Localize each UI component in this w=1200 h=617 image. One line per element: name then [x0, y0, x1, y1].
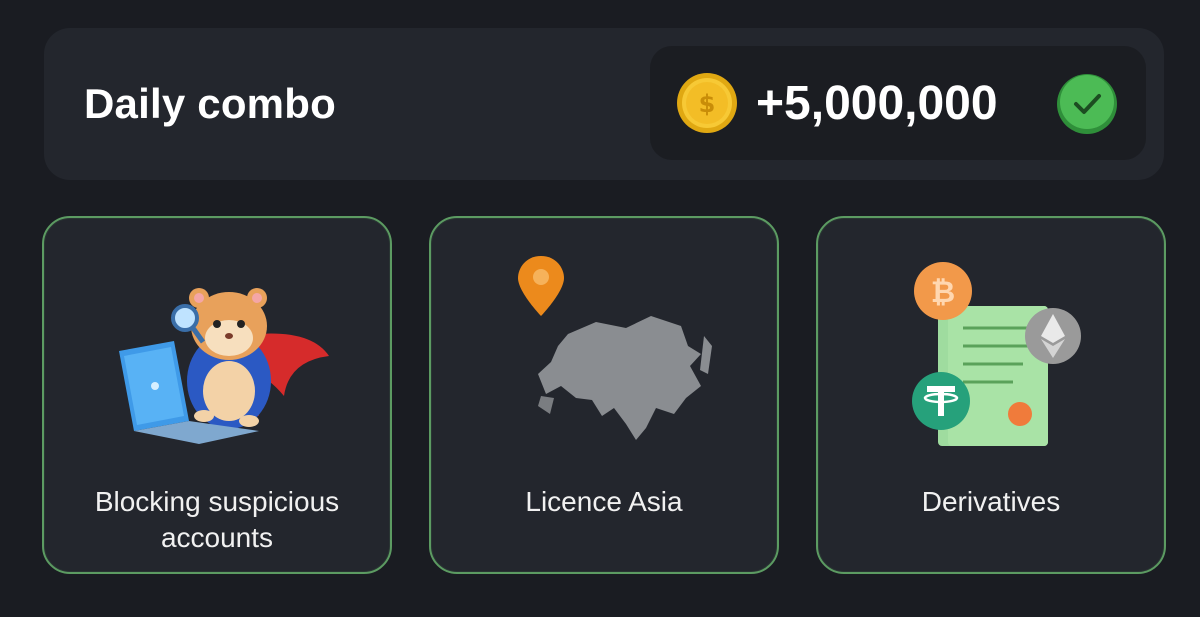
daily-combo-header: Daily combo $ +5,000,000 — [44, 28, 1164, 180]
card-label: Derivatives — [921, 486, 1061, 517]
card-label: Licence Asia — [525, 486, 683, 517]
svg-text:₿: ₿ — [931, 275, 955, 310]
combo-card-derivatives[interactable]: ₿ Derivatives — [816, 216, 1166, 574]
combo-card-blocking-suspicious-accounts[interactable]: Blocking suspicious accounts — [42, 216, 392, 574]
combo-card-licence-asia[interactable]: Licence Asia — [429, 216, 779, 574]
coin-icon: $ — [677, 73, 737, 133]
reward-box: $ +5,000,000 — [650, 46, 1146, 160]
hamster-hero-laptop-illustration — [119, 288, 329, 444]
check-icon — [1057, 74, 1117, 134]
asia-map-pin-illustration — [518, 256, 712, 440]
crypto-contract-illustration: ₿ — [912, 262, 1081, 446]
daily-combo-title: Daily combo — [84, 80, 336, 127]
card-label: Blocking suspicious accounts — [94, 486, 340, 553]
reward-amount: +5,000,000 — [756, 77, 998, 130]
svg-text:$: $ — [699, 90, 716, 118]
